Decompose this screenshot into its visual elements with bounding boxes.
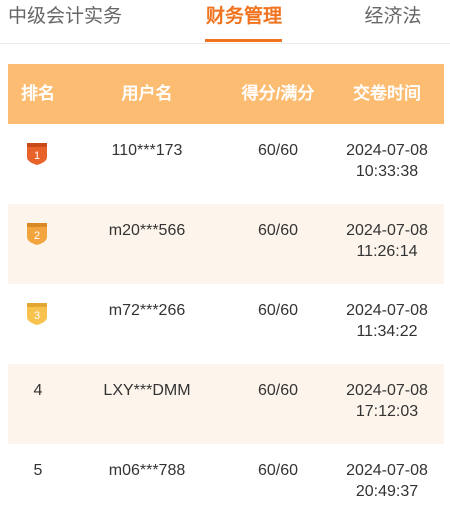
rank-3-medal-icon: 3	[26, 302, 48, 326]
submit-date: 2024-07-08	[346, 462, 428, 479]
leaderboard-table: 排名 用户名 得分/满分 交卷时间 1 110***173 60/60 2024…	[8, 64, 444, 524]
rank-number: 5	[33, 462, 43, 479]
table-row: 1 110***173 60/60 2024-07-08 10:33:38	[8, 124, 444, 204]
table-row: 4 LXY***DMM 60/60 2024-07-08 17:12:03	[8, 364, 444, 444]
submit-clock: 11:34:22	[356, 323, 418, 340]
username-cell: m20***566	[108, 222, 186, 239]
submit-time-cell: 2024-07-08 11:34:22	[330, 300, 444, 342]
active-tab-indicator	[205, 39, 282, 42]
header-score: 得分/满分	[241, 84, 315, 103]
score-cell: 60/60	[257, 462, 299, 479]
score-cell: 60/60	[257, 142, 299, 159]
submit-date: 2024-07-08	[346, 302, 428, 319]
rank-number: 1	[34, 150, 40, 162]
submit-date: 2024-07-08	[346, 222, 428, 239]
tab-economic-law[interactable]: 经济法	[350, 0, 436, 43]
rank-2-medal-icon: 2	[26, 222, 48, 246]
rank-number: 2	[34, 230, 40, 242]
header-submit-time: 交卷时间	[353, 84, 421, 103]
submit-date: 2024-07-08	[346, 382, 428, 399]
rank-1-medal-icon: 1	[26, 142, 48, 166]
submit-clock: 20:49:37	[355, 483, 419, 500]
rank-number: 3	[34, 310, 40, 322]
username-cell: m06***788	[108, 462, 186, 479]
submit-time-cell: 2024-07-08 20:49:37	[330, 460, 444, 502]
submit-time-cell: 2024-07-08 17:12:03	[330, 380, 444, 422]
submit-clock: 17:12:03	[355, 403, 419, 420]
submit-date: 2024-07-08	[346, 142, 428, 159]
subject-tabs: 中级会计实务 财务管理 经济法	[0, 0, 450, 44]
score-cell: 60/60	[257, 302, 299, 319]
score-cell: 60/60	[257, 382, 299, 399]
table-header: 排名 用户名 得分/满分 交卷时间	[8, 64, 444, 124]
submit-clock: 10:33:38	[355, 163, 419, 180]
score-cell: 60/60	[257, 222, 299, 239]
table-row: 3 m72***266 60/60 2024-07-08 11:34:22	[8, 284, 444, 364]
tab-intermediate-accounting[interactable]: 中级会计实务	[4, 0, 126, 43]
submit-time-cell: 2024-07-08 10:33:38	[330, 140, 444, 182]
submit-clock: 11:26:14	[356, 243, 418, 260]
header-rank: 排名	[21, 84, 55, 103]
username-cell: 110***173	[111, 142, 183, 159]
username-cell: LXY***DMM	[103, 382, 191, 399]
table-row: 5 m06***788 60/60 2024-07-08 20:49:37	[8, 444, 444, 524]
header-username: 用户名	[121, 84, 173, 103]
submit-time-cell: 2024-07-08 11:26:14	[330, 220, 444, 262]
tab-financial-management[interactable]: 财务管理	[200, 0, 288, 43]
table-row: 2 m20***566 60/60 2024-07-08 11:26:14	[8, 204, 444, 284]
rank-number: 4	[33, 382, 43, 399]
username-cell: m72***266	[108, 302, 186, 319]
